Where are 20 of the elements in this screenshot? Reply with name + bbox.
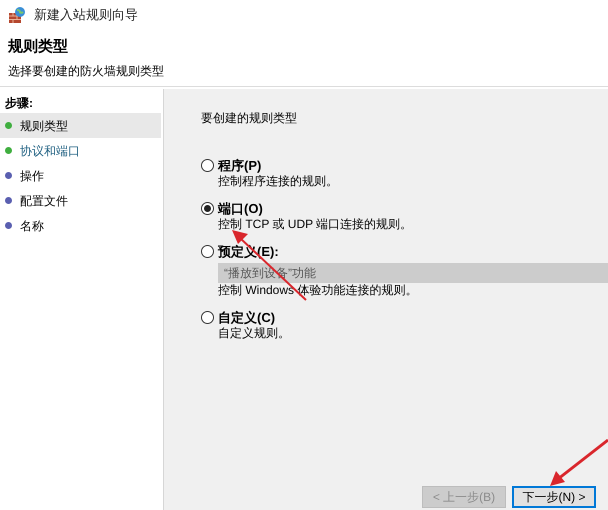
- firewall-icon: [8, 6, 26, 24]
- radio-option[interactable]: 程序(P): [201, 157, 262, 174]
- option-description: 自定义规则。: [218, 326, 291, 341]
- option-description: 控制程序连接的规则。: [218, 174, 339, 189]
- page-title: 规则类型: [8, 36, 69, 57]
- radio-button[interactable]: [201, 311, 214, 324]
- radio-button[interactable]: [201, 245, 214, 258]
- radio-option[interactable]: 端口(O): [201, 200, 263, 217]
- window-title: 新建入站规则向导: [34, 6, 138, 24]
- step-item[interactable]: 规则类型: [0, 113, 161, 138]
- option-description: 控制 Windows 体验功能连接的规则。: [218, 283, 418, 298]
- content-heading: 要创建的规则类型: [201, 111, 298, 125]
- option-description: 控制 TCP 或 UDP 端口连接的规则。: [218, 217, 414, 232]
- radio-option[interactable]: 自定义(C): [201, 309, 276, 326]
- annotation-arrow: [550, 438, 608, 486]
- page-subtitle: 选择要创建的防火墙规则类型: [8, 63, 165, 80]
- wizard-button[interactable]: 下一步(N) >: [512, 486, 596, 508]
- radio-button[interactable]: [201, 159, 214, 172]
- steps-heading: 步骤:: [4, 95, 34, 112]
- radio-button[interactable]: [201, 202, 214, 215]
